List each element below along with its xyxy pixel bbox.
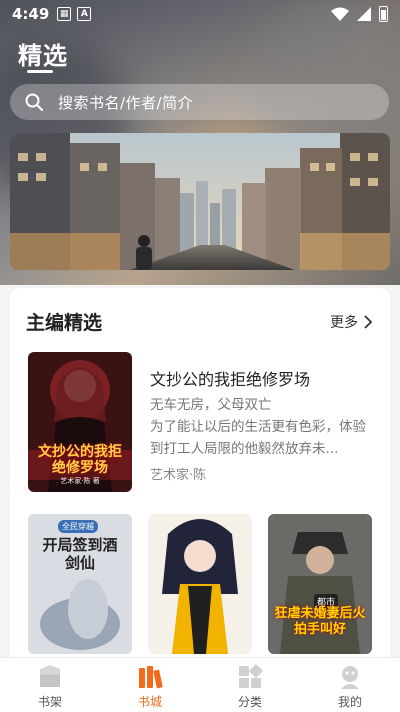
- a-app-icon: A: [77, 7, 92, 21]
- nav-bookshelf[interactable]: 书架: [0, 658, 100, 712]
- page-title: 精选: [18, 42, 68, 70]
- search-icon: [25, 93, 44, 112]
- category-icon: [239, 664, 263, 688]
- nav-bookstore[interactable]: 书城: [100, 658, 200, 712]
- bookshelf-icon: [40, 665, 60, 687]
- more-button[interactable]: 更多: [330, 312, 374, 332]
- featured-book-title: 文抄公的我拒绝修罗场: [150, 370, 311, 389]
- nav-label-profile: 我的: [337, 695, 362, 709]
- status-bar: 4:49 ▦ A: [0, 0, 400, 28]
- nav-label-category: 分类: [237, 695, 262, 709]
- featured-book-description: 无车无房，父母双亡 为了能让以后的生活更有色彩，体验到打工人局限的他毅然放弃未.…: [150, 397, 366, 457]
- chevron-right-icon: [364, 314, 373, 329]
- featured-book-cover[interactable]: 文抄公的我拒绝修罗场 艺术家·陈 著: [28, 352, 132, 492]
- nav-profile[interactable]: 我的: [300, 658, 400, 712]
- bookstore-icon: [139, 666, 163, 689]
- search-bar[interactable]: 搜索书名/作者/简介: [10, 84, 389, 120]
- bottom-navigation: 书架 书城 分类 我的: [0, 657, 400, 712]
- title-underline: [27, 70, 53, 73]
- book-cover[interactable]: [148, 514, 252, 654]
- more-label: 更多: [330, 314, 358, 331]
- book-cover[interactable]: 都市 狂虐未婚妻后火拍手叫好: [268, 514, 372, 654]
- featured-book-author: 艺术家·陈: [150, 468, 207, 483]
- featured-cover-author: 艺术家·陈 著: [60, 477, 100, 485]
- nav-label-bookshelf: 书架: [37, 695, 62, 709]
- editor-picks-card: 主编精选 更多 文抄公的我拒绝修罗场 艺术家·陈 著 文抄公的我拒绝修罗场 无车…: [10, 288, 390, 668]
- book-cover-title: 开局签到酒剑仙: [42, 536, 118, 572]
- section-title: 主编精选: [26, 312, 103, 334]
- book-cover-badge: 全民穿越: [58, 520, 98, 533]
- featured-cover-title: 文抄公的我拒绝修罗场: [38, 444, 122, 476]
- status-time: 4:49: [12, 5, 50, 23]
- hero-background: 4:49 ▦ A 精选 搜索书名/作者/简介: [0, 0, 400, 285]
- city-street-illustration: [10, 133, 390, 270]
- featured-book[interactable]: 文抄公的我拒绝修罗场 艺术家·陈 著 文抄公的我拒绝修罗场 无车无房，父母双亡 …: [28, 352, 372, 492]
- nav-label-bookstore: 书城: [137, 695, 162, 709]
- book-cover[interactable]: 全民穿越 开局签到酒剑仙: [28, 514, 132, 654]
- banner-image[interactable]: [10, 133, 390, 270]
- profile-icon: [341, 666, 359, 689]
- signal-icon: [357, 7, 371, 21]
- grid-app-icon: ▦: [57, 7, 72, 21]
- wifi-icon: [331, 7, 349, 21]
- search-placeholder: 搜索书名/作者/简介: [58, 93, 194, 112]
- nav-category[interactable]: 分类: [200, 658, 300, 712]
- book-list: 全民穿越 开局签到酒剑仙 都市 狂虐未婚妻后火拍手叫好: [28, 514, 372, 654]
- battery-icon: [379, 6, 388, 22]
- book-cover-title: 狂虐未婚妻后火拍手叫好: [274, 606, 366, 637]
